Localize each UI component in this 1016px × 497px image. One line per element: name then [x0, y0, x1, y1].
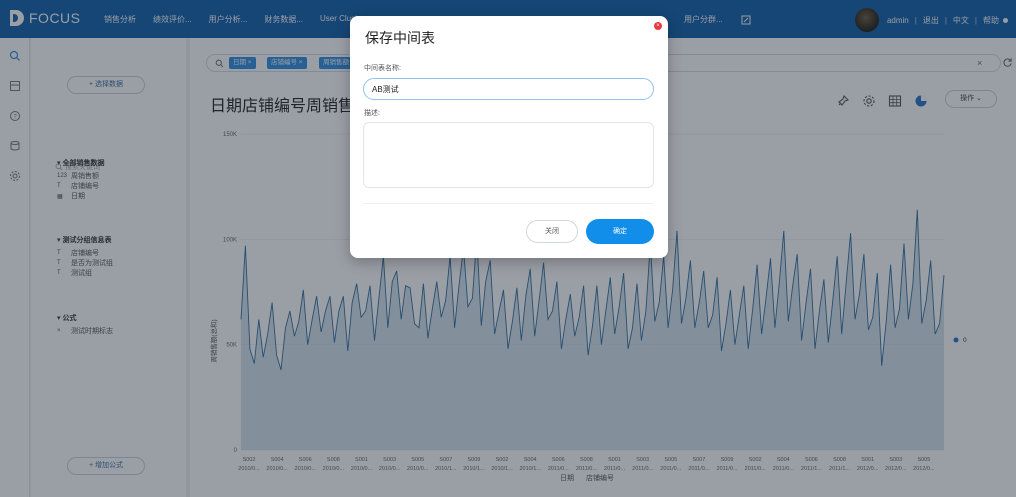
table-name-label: 中间表名称:	[364, 65, 401, 72]
dialog-title: 保存中间表	[365, 30, 435, 46]
save-intermediate-table-dialog: 保存中间表 × 中间表名称: 描述: 关闭 确定	[350, 16, 668, 258]
confirm-button[interactable]: 确定	[586, 219, 654, 244]
description-input[interactable]	[363, 122, 654, 188]
close-button[interactable]: 关闭	[526, 220, 578, 243]
divider	[363, 203, 654, 204]
table-name-input[interactable]	[363, 78, 654, 100]
close-icon[interactable]: ×	[654, 22, 662, 30]
description-label: 描述:	[364, 110, 380, 117]
